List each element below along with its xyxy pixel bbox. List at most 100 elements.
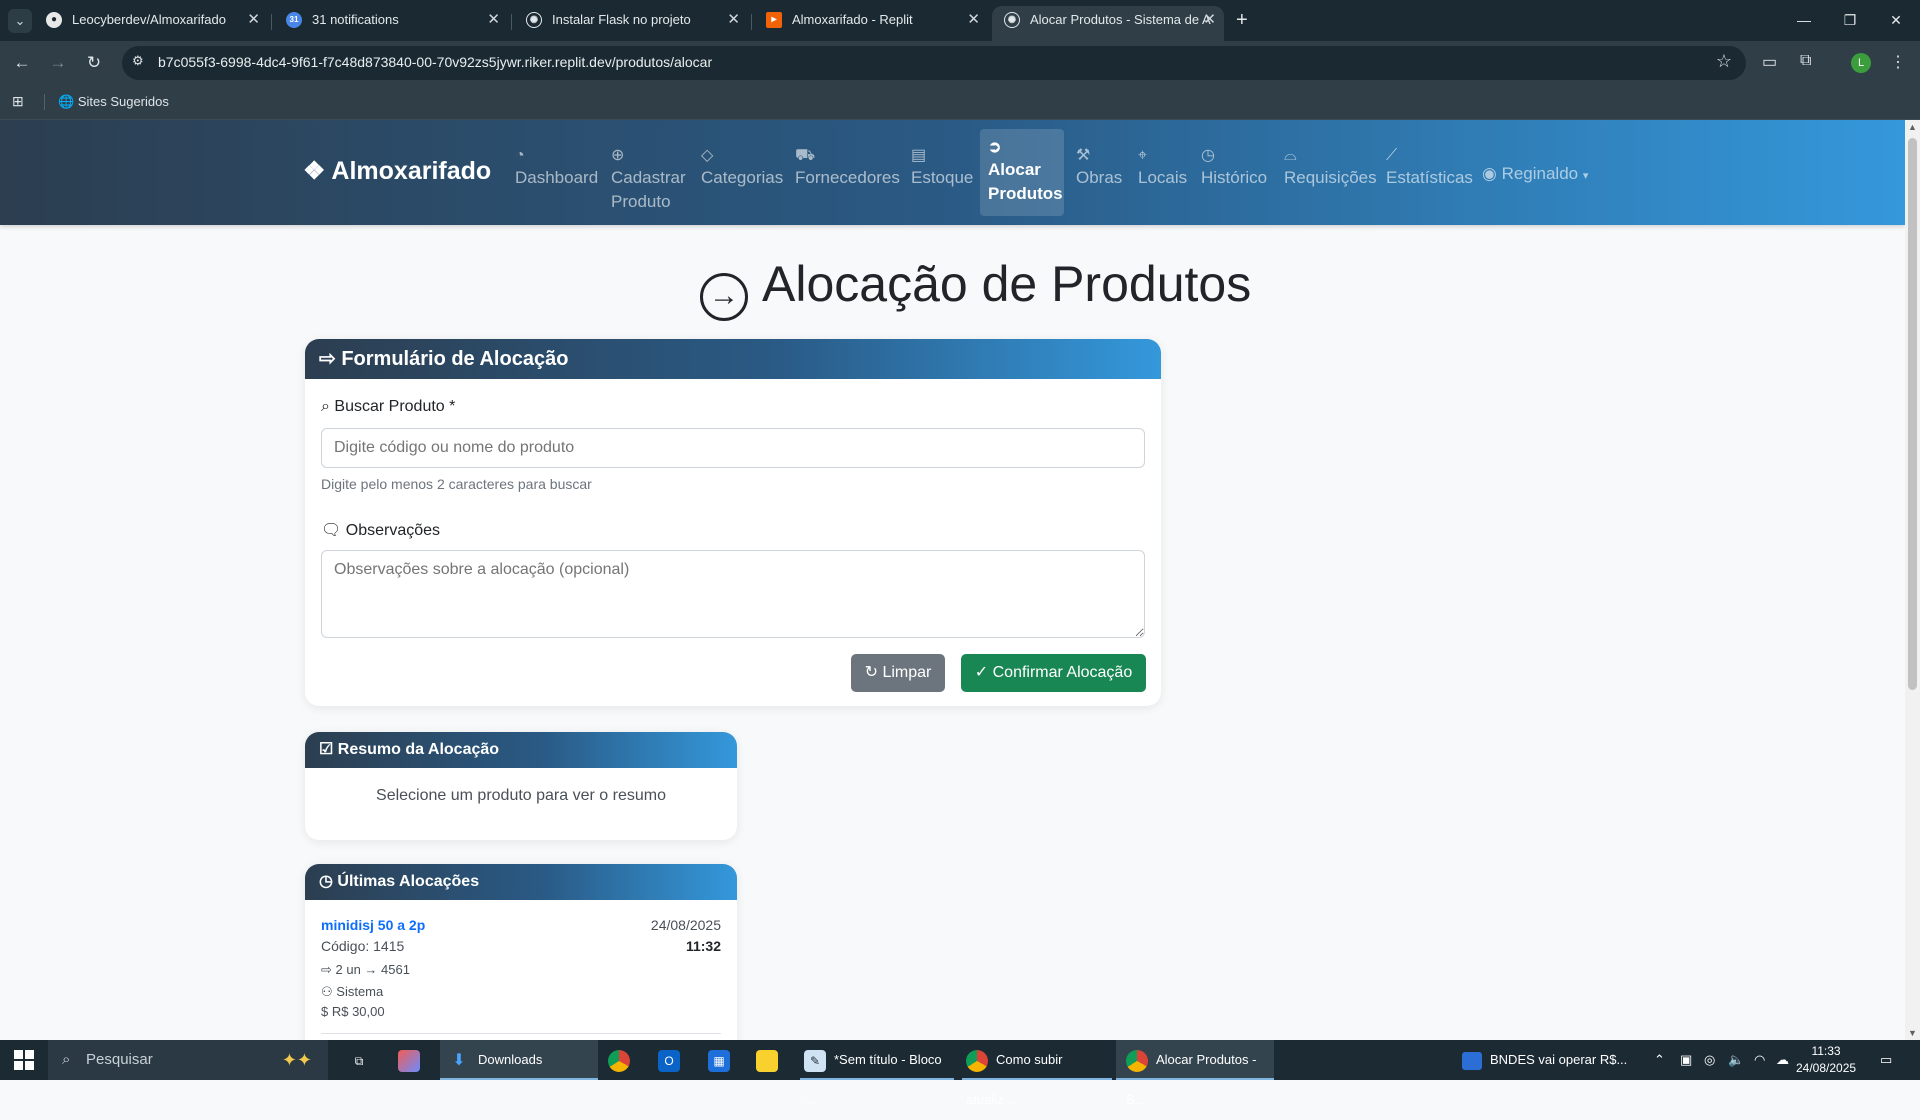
task-view-icon[interactable]: ⧉ xyxy=(348,1040,378,1080)
tab-title: 31 notifications xyxy=(312,12,399,27)
minimize-button[interactable]: — xyxy=(1784,6,1824,34)
nav-fornecedores[interactable]: ⛟ Fornecedores xyxy=(787,138,908,198)
reload-icon[interactable]: ↻ xyxy=(80,49,108,77)
notifications-icon[interactable]: ▭ xyxy=(1880,1040,1892,1080)
scroll-up-icon[interactable]: ▲ xyxy=(1908,122,1917,132)
clear-button[interactable]: ↻ Limpar xyxy=(851,654,945,692)
extensions-icon[interactable]: ⧉ xyxy=(1800,52,1811,70)
cast-icon[interactable]: ▭ xyxy=(1762,52,1777,72)
windows-start-icon[interactable] xyxy=(14,1050,34,1070)
browser-tab-3[interactable]: ✺ Instalar Flask no projeto ✕ xyxy=(514,6,748,41)
nav-estoque[interactable]: ▤ Estoque xyxy=(903,138,981,198)
news-widget[interactable]: BNDES vai operar R$... xyxy=(1462,1040,1627,1080)
back-icon[interactable]: ← xyxy=(8,49,36,77)
close-icon[interactable]: ✕ xyxy=(247,6,260,34)
nav-requisicoes[interactable]: ⌓ Requisições xyxy=(1276,138,1385,198)
speedometer-icon: ◔ xyxy=(515,147,525,164)
caret-down-icon: ▾ xyxy=(1582,170,1589,182)
user-dropdown[interactable]: ◉ Reginaldo ▾ xyxy=(1474,154,1596,196)
search-icon: ⌕ xyxy=(62,1051,71,1068)
allocation-product-name[interactable]: minidisj 50 a 2p xyxy=(321,917,425,933)
wifi-icon[interactable]: ◠ xyxy=(1754,1040,1765,1080)
taskbar-downloads[interactable]: ⬇ Downloads xyxy=(440,1040,598,1080)
graph-up-icon: ⟋ xyxy=(1386,147,1398,164)
nav-estatisticas[interactable]: ⟋ Estatísticas xyxy=(1378,138,1481,198)
news-icon xyxy=(1462,1051,1482,1070)
browser-tab-active[interactable]: ✺ Alocar Produtos - Sistema de A ✕ xyxy=(992,6,1224,41)
product-search-input[interactable] xyxy=(321,428,1145,468)
browser-tab-2[interactable]: 31 31 notifications ✕ xyxy=(274,6,508,41)
scroll-down-icon[interactable]: ▼ xyxy=(1908,1028,1917,1038)
nav-obras[interactable]: ⚒ Obras xyxy=(1068,138,1130,198)
close-window-button[interactable]: ✕ xyxy=(1876,6,1916,34)
close-icon[interactable]: ✕ xyxy=(727,6,740,34)
recent-card-title: Últimas Alocações xyxy=(337,873,480,890)
form-card-title: Formulário de Alocação xyxy=(341,348,569,370)
summary-card-header: ☑ Resumo da Alocação xyxy=(305,732,737,768)
bookmark-item[interactable]: 🌐 Sites Sugeridos xyxy=(58,94,169,110)
summary-empty-text: Selecione um produto para ver o resumo xyxy=(376,787,666,804)
address-bar[interactable]: ⚙ b7c055f3-6998-4dc4-9f61-f7c48d873840-0… xyxy=(122,46,1746,80)
volume-icon[interactable]: 🔈 xyxy=(1728,1040,1744,1080)
nav-locais[interactable]: ⌖ Locais xyxy=(1130,138,1195,198)
bookmark-star-icon[interactable]: ☆ xyxy=(1716,51,1732,72)
chrome-icon[interactable] xyxy=(608,1040,638,1080)
chevron-up-icon[interactable]: ⌃ xyxy=(1654,1040,1665,1080)
tags-icon: ◇ xyxy=(701,147,714,164)
clock-icon: ◷ xyxy=(1201,147,1215,164)
observations-label: 🗨 Observações xyxy=(321,522,441,539)
close-icon[interactable]: ✕ xyxy=(1203,6,1216,34)
list-item: minidisj 50 a 2p Código: 1415 ⇨ 2 un → 4… xyxy=(321,914,721,1034)
browser-tab-4[interactable]: ▸ Almoxarifado - Replit ✕ xyxy=(754,6,988,41)
nav-alocar-produtos[interactable]: ➲ Alocar Produtos xyxy=(980,129,1064,216)
notepad-icon: ✎ xyxy=(804,1049,826,1072)
menu-icon[interactable]: ⋮ xyxy=(1890,52,1906,72)
url-text[interactable]: b7c055f3-6998-4dc4-9f61-f7c48d873840-00-… xyxy=(158,54,712,70)
chrome-tray-icon[interactable]: ◎ xyxy=(1704,1040,1715,1080)
nav-categorias[interactable]: ◇ Categorias xyxy=(693,138,791,198)
nav-label: Dashboard xyxy=(515,168,599,187)
new-tab-button[interactable]: + xyxy=(1236,6,1248,34)
nav-label: Locais xyxy=(1138,168,1188,187)
profile-avatar[interactable]: L xyxy=(1851,53,1871,73)
onedrive-icon[interactable]: ☁ xyxy=(1776,1040,1789,1080)
allocation-date: 24/08/2025 xyxy=(650,917,721,933)
restore-button[interactable]: ❐ xyxy=(1830,6,1870,34)
site-info-icon[interactable]: ⚙ xyxy=(132,53,144,69)
tab-list-button[interactable]: ⌄ xyxy=(8,9,32,33)
brand[interactable]: ❖ Almoxarifado xyxy=(303,156,491,186)
nav-dashboard[interactable]: ◔ Dashboard xyxy=(507,138,606,198)
sticky-notes-icon[interactable] xyxy=(756,1040,786,1080)
taskbar-search[interactable]: ⌕ Pesquisar ✦✦ xyxy=(48,1040,328,1080)
taskbar-chrome-2[interactable]: Alocar Produtos - S... xyxy=(1116,1040,1274,1107)
explorer-icon[interactable]: ▦ xyxy=(708,1040,738,1080)
page-scrollbar[interactable]: ▲ ▼ xyxy=(1905,120,1920,1040)
taskbar-search-label: Pesquisar xyxy=(86,1051,153,1068)
close-icon[interactable]: ✕ xyxy=(487,6,500,34)
allocation-form-card: ⇨ Formulário de Alocação ⌕ Buscar Produt… xyxy=(305,339,1161,706)
taskbar-notepad[interactable]: ✎ *Sem título - Bloco ... xyxy=(800,1040,954,1107)
person-circle-icon: ◉ xyxy=(1482,164,1502,183)
system-clock[interactable]: 11:33 24/08/2025 xyxy=(1796,1043,1856,1077)
apps-grid-icon[interactable]: ⊞ xyxy=(12,93,24,110)
copilot-icon[interactable] xyxy=(398,1040,428,1080)
forward-icon[interactable]: → xyxy=(44,49,72,77)
observations-textarea[interactable] xyxy=(321,550,1145,638)
bookmarks-bar: ⊞ 🌐 Sites Sugeridos xyxy=(0,84,1920,120)
meet-icon[interactable]: ▣ xyxy=(1680,1040,1692,1080)
web-page: ❖ Almoxarifado ◔ Dashboard ⊕ Cadastrar Prod… xyxy=(0,120,1905,1040)
form-card-header: ⇨ Formulário de Alocação xyxy=(305,339,1161,379)
browser-tab-1[interactable]: ● Leocyberdev/Almoxarifado ✕ xyxy=(34,6,268,41)
nav-label: Fornecedores xyxy=(795,168,900,187)
search-label: ⌕ Buscar Produto * xyxy=(321,398,456,415)
taskbar-chrome-1[interactable]: Como subir atualiz... xyxy=(962,1040,1112,1107)
outlook-icon[interactable]: O xyxy=(658,1040,688,1080)
nav-cadastrar-produto[interactable]: ⊕ Cadastrar Produto xyxy=(603,138,694,222)
arrow-right-circle-icon: → xyxy=(700,273,748,321)
allocation-quantity: ⇨ 2 un → 4561 xyxy=(321,962,410,977)
nav-historico[interactable]: ◷ Histórico xyxy=(1193,138,1275,198)
close-icon[interactable]: ✕ xyxy=(967,6,980,34)
scrollbar-thumb[interactable] xyxy=(1908,138,1917,690)
allocation-value: $ R$ 30,00 xyxy=(321,1004,385,1019)
confirm-allocation-button[interactable]: ✓ Confirmar Alocação xyxy=(961,654,1146,692)
